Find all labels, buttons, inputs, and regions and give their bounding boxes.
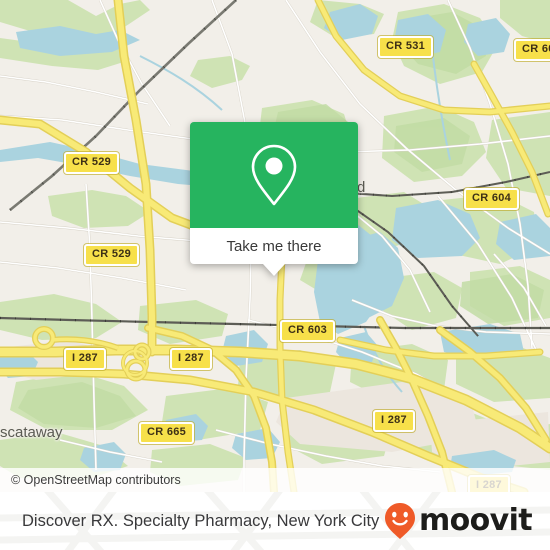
footer-content: Discover RX. Specialty Pharmacy, New Yor… (0, 492, 550, 550)
popup-header (190, 122, 358, 228)
road-shield[interactable]: I 287 (373, 410, 415, 432)
road-shield[interactable]: I 287 (64, 348, 106, 370)
footer-bar: Discover RX. Specialty Pharmacy, New Yor… (0, 492, 550, 550)
location-popup[interactable]: Take me there (190, 122, 358, 276)
map-screenshot: CR 531 CR 60 CR 529 CR 604 CR 529 CR 603… (0, 0, 550, 550)
road-shield[interactable]: CR 531 (378, 36, 434, 58)
map-pin-icon (251, 144, 297, 206)
take-me-there-label: Take me there (226, 237, 322, 255)
place-label-partial: d (357, 179, 366, 196)
place-label-piscataway: scataway (0, 424, 63, 441)
road-shield[interactable]: CR 529 (84, 244, 140, 266)
map-canvas[interactable]: CR 531 CR 60 CR 529 CR 604 CR 529 CR 603… (0, 0, 550, 492)
road-shield[interactable]: CR 603 (280, 320, 336, 342)
page-title: Discover RX. Specialty Pharmacy, New Yor… (22, 511, 380, 530)
osm-attribution-bar: © OpenStreetMap contributors (0, 468, 550, 492)
moovit-logo[interactable]: moovit (383, 501, 533, 541)
road-shield[interactable]: CR 529 (64, 152, 120, 174)
road-shield[interactable]: CR 604 (464, 188, 520, 210)
road-shield[interactable]: I 287 (170, 348, 212, 370)
road-shield[interactable]: CR 60 (514, 39, 550, 61)
popup-tail (263, 264, 285, 276)
osm-attribution-text[interactable]: © OpenStreetMap contributors (0, 473, 181, 487)
road-shield[interactable]: CR 665 (139, 422, 195, 444)
moovit-wordmark: moovit (418, 503, 533, 538)
moovit-smiley-pin-icon (384, 503, 415, 539)
popup-footer[interactable]: Take me there (190, 228, 358, 276)
